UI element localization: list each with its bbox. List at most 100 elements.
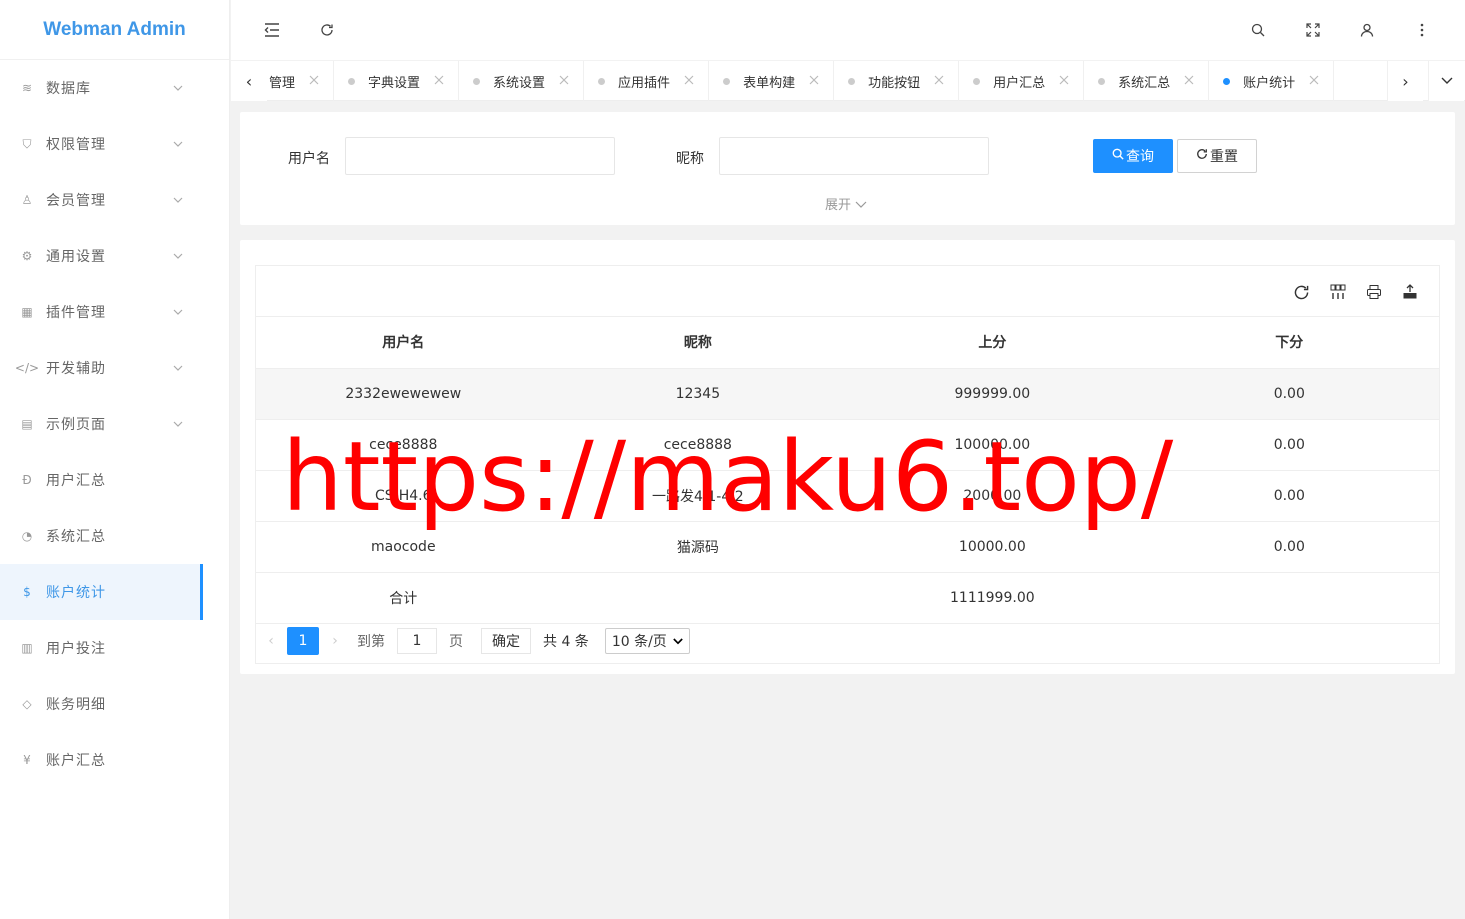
expand-toggle[interactable]: 展开 [825,194,867,213]
query-button[interactable]: 查询 [1093,139,1173,173]
print-icon[interactable] [1364,282,1384,302]
close-icon[interactable] [1184,74,1194,89]
close-icon[interactable] [559,74,569,89]
goto-page-input[interactable]: 1 [397,628,437,654]
sidebar-menu: ≋ 数据库 ⛉ 权限管理 ♙ 会员管理 ⚙ 通用设置 ▦ 插件管理 </> 开发辅助 ▤ 示例页面 Đ 用户汇… [0,60,229,788]
sidebar-item[interactable]: ¥ 账户汇总 [0,732,203,788]
table-row[interactable]: maocode 猫源码 10000.00 0.00 [256,521,1439,573]
sidebar-item[interactable]: ▥ 用户投注 [0,620,203,676]
close-icon[interactable] [1059,74,1069,89]
tab-label: 应用插件 [618,75,671,91]
expand-label: 展开 [825,198,852,213]
tab-status-dot [723,77,731,85]
prev-page-icon[interactable]: ‹ [255,627,287,655]
tab-scroll-left-icon[interactable]: ‹ [231,61,267,101]
sidebar-item-label: 插件管理 [46,305,106,321]
total-label: 合计 [256,572,551,624]
close-icon[interactable] [309,74,319,89]
table-row[interactable]: 2332ewewewew 12345 999999.00 0.00 [256,368,1439,420]
sidebar-item-label: 用户投注 [46,641,106,657]
dollar-circle-icon: $ [23,585,31,599]
table-header-row: 用户名 昵称 上分 下分 [256,317,1439,369]
sidebar-item-label: 通用设置 [46,249,106,265]
cell-nickname: 一路发4.1-4.2 [550,470,846,522]
total-up: 1111999.00 [845,572,1140,624]
tab-status-dot [1098,77,1106,85]
tab-dropdown-icon[interactable] [1428,61,1464,101]
cell-nickname: cece8888 [550,419,846,471]
cell-up: 10000.00 [845,521,1140,573]
tab[interactable]: 管理 [267,61,335,101]
column-header[interactable]: 上分 [845,317,1140,369]
columns-icon[interactable] [1328,282,1348,302]
sidebar-item[interactable]: ≋ 数据库 [0,60,203,116]
username-input[interactable] [345,137,615,175]
data-table-container: 用户名 昵称 上分 下分 2332ewewewew 12345 999999.0… [255,265,1440,664]
tab[interactable]: 功能按钮 [834,61,960,101]
table-card: 用户名 昵称 上分 下分 2332ewewewew 12345 999999.0… [240,240,1455,674]
column-header[interactable]: 用户名 [256,317,551,369]
chevron-down-icon [855,198,867,213]
sidebar-item-label: 系统汇总 [46,529,106,545]
sidebar-item-label: 权限管理 [46,137,106,153]
sidebar-item[interactable]: ▦ 插件管理 [0,284,203,340]
sidebar-item[interactable]: ◔ 系统汇总 [0,508,203,564]
tab[interactable]: 系统汇总 [1084,61,1210,101]
sidebar-item[interactable]: ▤ 示例页面 [0,396,203,452]
sidebar-item[interactable]: </> 开发辅助 [0,340,203,396]
export-icon[interactable] [1400,282,1420,302]
user-icon[interactable] [1357,20,1377,40]
next-page-icon[interactable]: › [319,627,351,655]
data-table: 用户名 昵称 上分 下分 2332ewewewew 12345 999999.0… [256,317,1439,624]
goto-confirm-button[interactable]: 确定 [481,628,531,654]
sidebar-item-label: 数据库 [46,81,91,97]
reset-button[interactable]: 重置 [1177,139,1257,173]
page-size-select[interactable]: 10 条/页 [604,628,690,654]
total-count: 共 4 条 [543,634,589,650]
reset-button-label: 重置 [1210,149,1238,165]
sidebar-item[interactable]: ⛉ 权限管理 [0,116,203,172]
fullscreen-icon[interactable] [1303,20,1323,40]
close-icon[interactable] [684,74,694,89]
more-icon[interactable] [1412,20,1432,40]
menu-fold-icon[interactable] [262,20,282,40]
tab[interactable]: 账户统计 [1209,61,1335,101]
total-down-empty [1139,572,1439,624]
nickname-input[interactable] [719,137,989,175]
sidebar-item[interactable]: ♙ 会员管理 [0,172,203,228]
current-page[interactable]: 1 [287,627,319,655]
sidebar-item[interactable]: Đ 用户汇总 [0,452,203,508]
tab[interactable]: 字典设置 [334,61,460,101]
gear-icon: ⚙ [21,249,33,263]
cell-up: 999999.00 [845,368,1140,420]
username-label: 用户名 [288,151,330,167]
table-row[interactable]: cece8888 cece8888 100000.00 0.00 [256,419,1439,471]
tab-list: 管理 字典设置 系统设置 应用插件 表单构建 功能按钮 用户汇总 系统汇总 账户统计 [267,61,1384,101]
table-row[interactable]: CS-H4.6 一路发4.1-4.2 2000.00 0.00 [256,470,1439,522]
query-button-label: 查询 [1126,149,1154,165]
column-header[interactable]: 下分 [1139,317,1439,369]
close-icon[interactable] [809,74,819,89]
top-header [231,0,1465,60]
sidebar-item[interactable]: $ 账户统计 [0,564,203,620]
logo[interactable]: Webman Admin [0,0,229,60]
search-icon[interactable] [1248,20,1268,40]
tab[interactable]: 表单构建 [709,61,835,101]
tab[interactable]: 应用插件 [584,61,710,101]
tab[interactable]: 用户汇总 [959,61,1085,101]
tab[interactable]: 系统设置 [459,61,585,101]
close-icon[interactable] [934,74,944,89]
close-icon[interactable] [434,74,444,89]
sidebar-item[interactable]: ◇ 账务明细 [0,676,203,732]
tab-label: 用户汇总 [993,75,1046,91]
column-header[interactable]: 昵称 [550,317,846,369]
refresh-icon[interactable] [1291,282,1311,302]
close-icon[interactable] [1309,74,1319,89]
refresh-icon[interactable] [317,20,337,40]
tab-scroll-right-icon[interactable]: › [1387,61,1423,101]
shield-icon: ⛉ [22,136,32,151]
sidebar-item[interactable]: ⚙ 通用设置 [0,228,203,284]
search-form-card: 用户名 昵称 查询 重置 展开 [240,112,1455,225]
cell-username: 2332ewewewew [256,368,551,420]
tab-label: 系统汇总 [1118,75,1171,91]
